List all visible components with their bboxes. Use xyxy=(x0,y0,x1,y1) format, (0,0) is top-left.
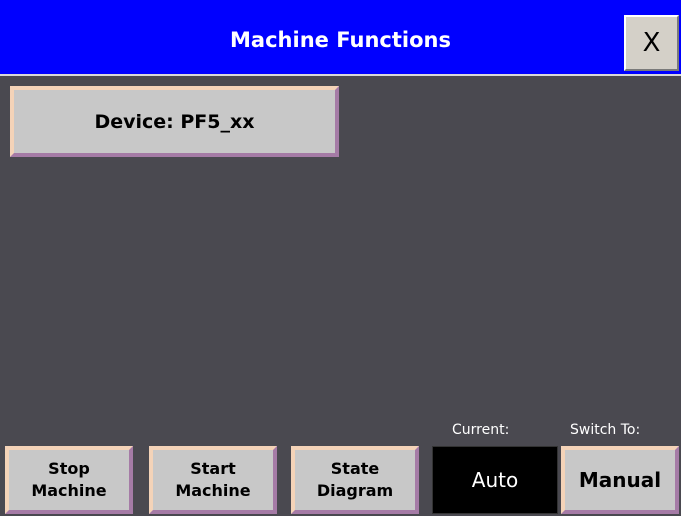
current-mode-display: Auto xyxy=(432,446,558,514)
hmi-screen: Machine Functions X Device: PF5_xx Curre… xyxy=(0,0,681,516)
window-title: Machine Functions xyxy=(230,28,451,52)
switch-to-heading: Switch To: xyxy=(570,422,641,438)
state-diagram-button[interactable]: State Diagram xyxy=(291,446,419,514)
stop-machine-button[interactable]: Stop Machine xyxy=(5,446,133,514)
close-button[interactable]: X xyxy=(624,15,679,71)
state-diagram-label: State Diagram xyxy=(316,459,394,500)
current-mode-heading: Current: xyxy=(452,422,510,438)
title-bar: Machine Functions X xyxy=(0,0,681,76)
switch-to-manual-label: Manual xyxy=(578,468,662,492)
device-button[interactable]: Device: PF5_xx xyxy=(10,86,339,157)
start-machine-button[interactable]: Start Machine xyxy=(149,446,277,514)
device-button-label: Device: PF5_xx xyxy=(94,110,255,133)
stop-machine-label: Stop Machine xyxy=(31,459,107,500)
switch-to-manual-button[interactable]: Manual xyxy=(561,446,679,514)
start-machine-label: Start Machine xyxy=(175,459,251,500)
